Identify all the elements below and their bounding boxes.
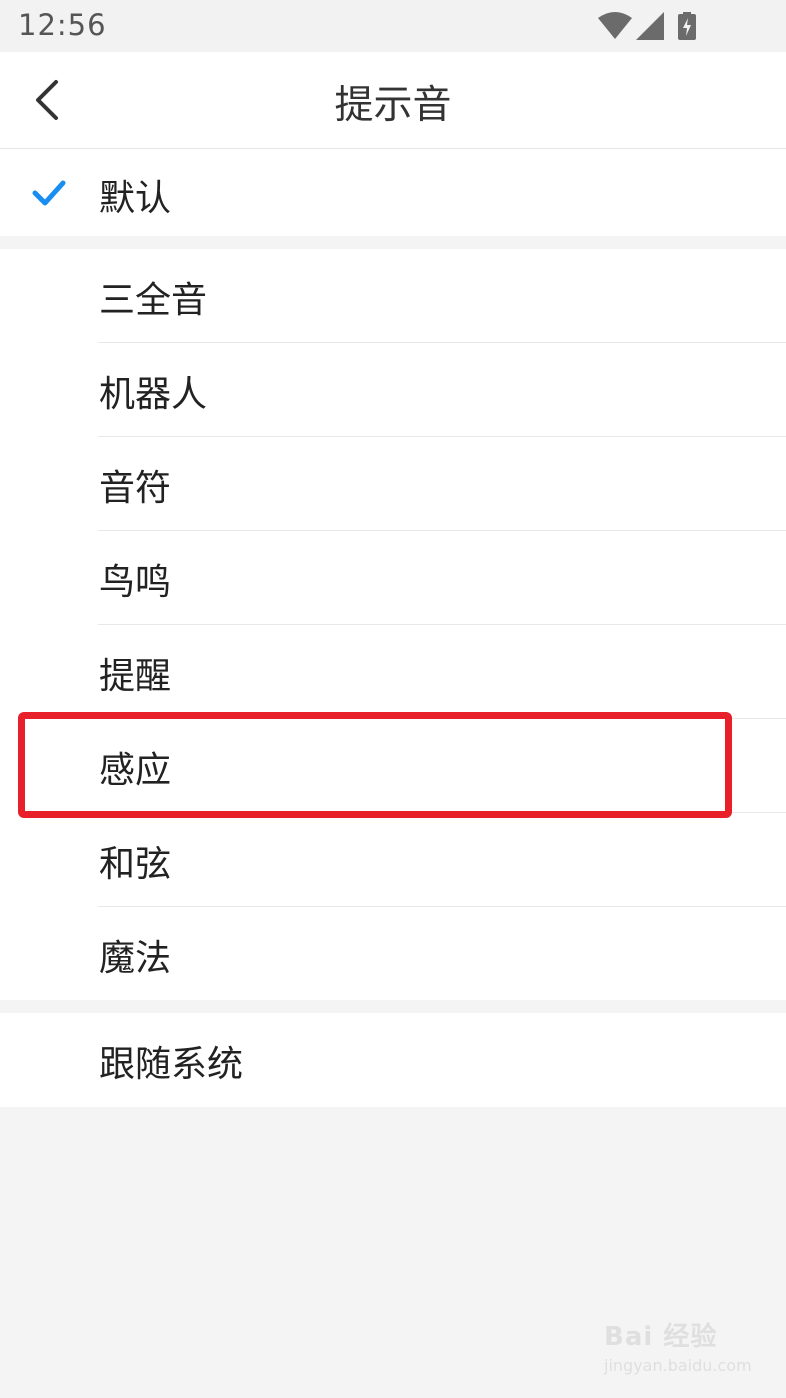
sound-option-label: 感应	[99, 750, 172, 791]
sound-option-follow-system[interactable]: 跟随系统	[0, 1013, 786, 1107]
sound-option-default[interactable]: 默认	[0, 149, 786, 236]
baidu-jingyan-watermark: Bai 经验 jingyan.baidu.com	[604, 1316, 752, 1388]
sound-option-label: 机器人	[99, 374, 208, 415]
sound-option-label: 魔法	[99, 938, 172, 979]
sound-option-label: 提醒	[99, 656, 172, 697]
sound-option-6[interactable]: 感应	[0, 719, 786, 813]
cellular-signal-icon	[636, 12, 664, 40]
sound-option-3[interactable]: 音符	[0, 437, 786, 531]
sound-option-2[interactable]: 机器人	[0, 343, 786, 437]
follow-system-group: 跟随系统	[0, 1013, 786, 1107]
sound-option-1[interactable]: 三全音	[0, 249, 786, 343]
nav-bar: 提示音	[0, 52, 786, 148]
wifi-icon	[598, 12, 632, 39]
sound-option-8[interactable]: 魔法	[0, 907, 786, 1001]
sound-option-label: 三全音	[99, 280, 208, 321]
battery-charging-icon	[678, 12, 696, 40]
checkmark-icon	[32, 180, 66, 206]
sound-option-label: 鸟鸣	[99, 562, 172, 603]
sound-option-label: 跟随系统	[99, 1044, 244, 1085]
watermark-url: jingyan.baidu.com	[604, 1356, 752, 1375]
default-group: 默认	[0, 149, 786, 236]
status-time: 12:56	[18, 8, 107, 42]
page-title: 提示音	[334, 83, 452, 128]
sound-option-5[interactable]: 提醒	[0, 625, 786, 719]
sound-option-4[interactable]: 鸟鸣	[0, 531, 786, 625]
status-bar: 12:56	[0, 0, 786, 52]
sound-list: 三全音 机器人 音符 鸟鸣 提醒 感应 和弦 魔法	[0, 249, 786, 1000]
sound-option-label: 默认	[99, 178, 172, 219]
sound-option-label: 和弦	[99, 844, 172, 885]
sound-option-7[interactable]: 和弦	[0, 813, 786, 907]
sound-option-label: 音符	[99, 468, 172, 509]
watermark-logo-text: Bai 经验	[604, 1322, 718, 1352]
